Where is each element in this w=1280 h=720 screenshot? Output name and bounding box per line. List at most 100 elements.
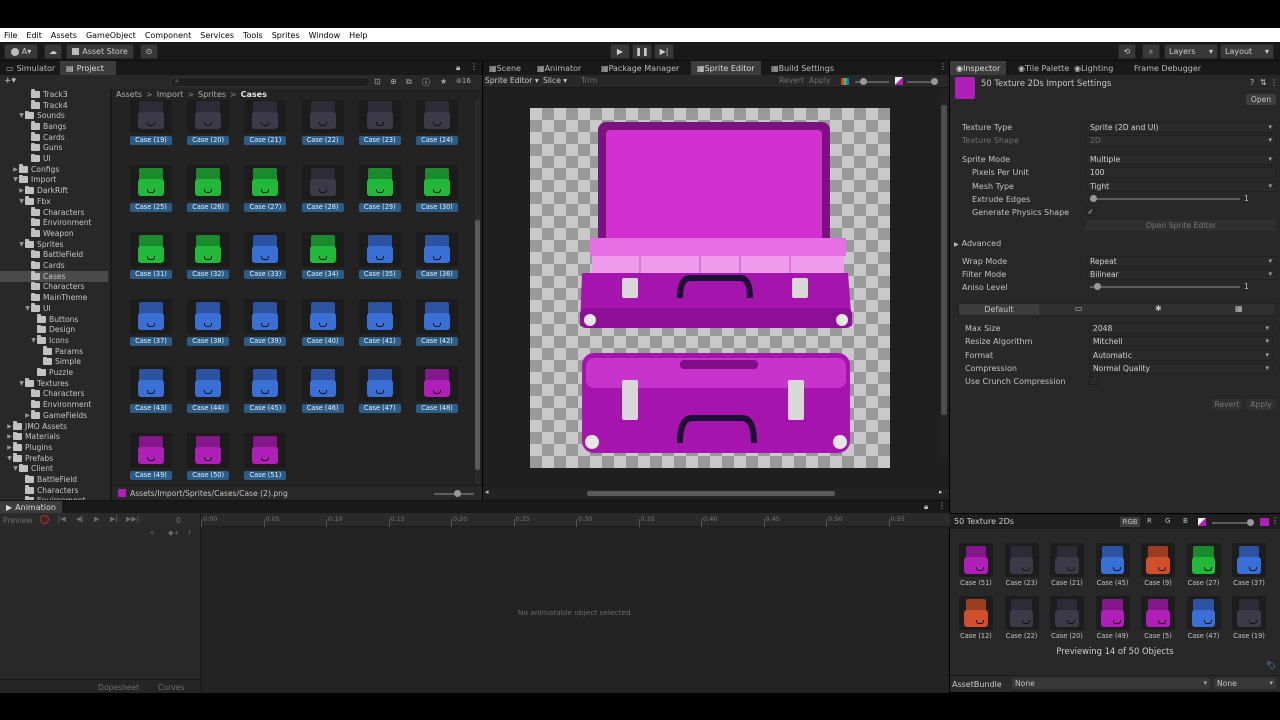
- tag-icon[interactable]: ⧉: [406, 77, 412, 87]
- asset-tile[interactable]: Case (28): [300, 165, 346, 212]
- next-keyframe-icon[interactable]: ▶|: [110, 515, 118, 523]
- tree-item-darkrift[interactable]: ▶ DarkRift: [0, 185, 108, 196]
- texture-shape-dropdown[interactable]: 2D: [1086, 134, 1276, 146]
- tree-item-guns[interactable]: Guns: [0, 142, 108, 154]
- sprite-mode-dropdown[interactable]: Multiple: [1086, 153, 1276, 165]
- android-icon[interactable]: ✱: [1155, 304, 1162, 313]
- physics-shape-checkbox[interactable]: ✓: [1086, 207, 1095, 216]
- tab-animator[interactable]: ▦ Animator: [531, 61, 587, 75]
- asset-tile[interactable]: Case (23): [357, 100, 403, 145]
- tree-item-characters[interactable]: Characters: [0, 388, 108, 400]
- wrap-mode-dropdown[interactable]: Repeat: [1086, 255, 1276, 267]
- first-keyframe-icon[interactable]: |◀: [58, 515, 66, 523]
- hscroll-thumb[interactable]: [587, 491, 835, 496]
- horizontal-scrollbar[interactable]: ◂ ▸: [483, 488, 949, 498]
- tab-scene[interactable]: ▦ Scene: [483, 61, 527, 75]
- asset-tile[interactable]: Case (39): [242, 299, 288, 346]
- tree-item-gamefields[interactable]: ▶ GameFields: [0, 410, 108, 421]
- prev-keyframe-icon[interactable]: ◀|: [76, 515, 84, 523]
- foldout-arrow-icon[interactable]: ▼: [24, 305, 31, 312]
- tree-item-client[interactable]: ▼ Client: [0, 463, 108, 475]
- add-keyframe-icon[interactable]: ◆+: [168, 529, 179, 537]
- breadcrumb-assets[interactable]: Assets: [116, 90, 142, 99]
- trim-button[interactable]: Trim: [581, 76, 597, 85]
- tree-item-materials[interactable]: ▶ Materials: [0, 431, 108, 442]
- foldout-arrow-icon[interactable]: ▼: [18, 112, 25, 119]
- foldout-arrow-icon[interactable]: ▶: [24, 412, 31, 419]
- preview-tile[interactable]: Case (37): [1229, 543, 1269, 587]
- search-by-type-icon[interactable]: ⊡: [374, 77, 381, 86]
- zoom-knob[interactable]: [860, 78, 867, 85]
- asset-tile[interactable]: Case (24): [414, 100, 460, 145]
- preview-tile[interactable]: Case (9): [1138, 543, 1178, 587]
- help-icon[interactable]: ?: [1250, 78, 1254, 87]
- asset-tile[interactable]: Case (26): [185, 165, 231, 212]
- tree-item-ui[interactable]: UI: [0, 153, 108, 164]
- preview-tile[interactable]: Case (51): [956, 543, 996, 587]
- preview-toggle[interactable]: Preview: [3, 516, 33, 525]
- breadcrumb-sprites[interactable]: Sprites: [198, 90, 226, 99]
- preview-tile[interactable]: Case (27): [1184, 543, 1224, 587]
- vscroll-thumb[interactable]: [941, 105, 947, 415]
- foldout-arrow-icon[interactable]: ▶: [6, 433, 13, 440]
- asset-tile[interactable]: Case (35): [357, 232, 403, 279]
- more-icon[interactable]: ⋮: [938, 501, 946, 510]
- tree-item-maintheme[interactable]: MainTheme: [0, 292, 108, 303]
- menu-tools[interactable]: Tools: [243, 31, 263, 40]
- tree-item-cards[interactable]: Cards: [0, 260, 108, 271]
- mip-icon[interactable]: [1198, 518, 1206, 526]
- menu-window[interactable]: Window: [309, 31, 341, 40]
- dopesheet-tab[interactable]: Dopesheet: [98, 683, 139, 692]
- advanced-foldout[interactable]: ▶ Advanced: [954, 239, 1001, 248]
- open-button[interactable]: Open: [1246, 94, 1276, 105]
- menu-gameobject[interactable]: GameObject: [86, 31, 136, 40]
- asset-store-button[interactable]: Asset Store: [66, 44, 134, 59]
- asset-tile[interactable]: Case (37): [128, 299, 174, 346]
- hidden-packages-toggle[interactable]: ⊘16: [456, 77, 471, 85]
- open-sprite-editor-button[interactable]: Open Sprite Editor: [1086, 220, 1276, 231]
- preview-tile[interactable]: Case (45): [1093, 543, 1133, 587]
- tab-frame-debugger[interactable]: Frame Debugger: [1128, 61, 1207, 75]
- channel-g-button[interactable]: G: [1165, 517, 1170, 525]
- tree-item-params[interactable]: Params: [0, 346, 108, 357]
- asset-tile[interactable]: Case (46): [300, 366, 346, 413]
- asset-tile[interactable]: Case (42): [414, 299, 460, 346]
- asset-tile[interactable]: Case (22): [300, 100, 346, 145]
- tab-build-settings[interactable]: ▦ Build Settings: [765, 61, 840, 75]
- tree-item-characters[interactable]: Characters: [0, 281, 108, 293]
- history-button[interactable]: ⟲: [1118, 44, 1136, 59]
- asset-tile[interactable]: Case (27): [242, 165, 288, 212]
- tab-default-platform[interactable]: Default: [959, 304, 1039, 315]
- extrude-slider[interactable]: [1090, 198, 1240, 200]
- revert-button[interactable]: Revert: [779, 76, 804, 85]
- asset-tile[interactable]: Case (32): [185, 232, 231, 279]
- lock-icon[interactable]: 🔒︎: [456, 63, 460, 73]
- play-icon[interactable]: ▶: [94, 515, 99, 523]
- play-button[interactable]: ▶: [610, 44, 630, 59]
- tree-item-simple[interactable]: Simple: [0, 356, 108, 368]
- asset-tile[interactable]: Case (44): [185, 366, 231, 413]
- preview-tile[interactable]: Case (23): [1002, 543, 1042, 587]
- asset-tile[interactable]: Case (30): [414, 165, 460, 212]
- curves-tab[interactable]: Curves: [158, 683, 184, 692]
- lock-icon[interactable]: 🔒︎: [924, 502, 928, 512]
- preview-tile[interactable]: Case (12): [956, 596, 996, 640]
- apply-button[interactable]: Apply: [1246, 399, 1276, 410]
- foldout-arrow-icon[interactable]: ▼: [18, 241, 25, 248]
- tree-item-fbx[interactable]: ▼ Fbx: [0, 196, 108, 207]
- tree-item-sprites[interactable]: ▼ Sprites: [0, 239, 108, 250]
- preview-tile[interactable]: Case (49): [1093, 596, 1133, 640]
- tab-animation[interactable]: ▶ Animation: [0, 501, 62, 513]
- cloud-button[interactable]: ☁: [44, 44, 62, 59]
- asset-tile[interactable]: Case (34): [300, 232, 346, 279]
- assetbundle-variant-dropdown[interactable]: None: [1214, 678, 1276, 689]
- extrude-value[interactable]: 1: [1244, 194, 1249, 203]
- breadcrumb-import[interactable]: Import: [157, 90, 184, 99]
- preview-tile[interactable]: Case (20): [1047, 596, 1087, 640]
- create-button[interactable]: +▾: [4, 76, 16, 86]
- mipmap-icon[interactable]: [895, 77, 903, 85]
- standalone-icon[interactable]: ▭: [1075, 304, 1083, 313]
- timeline-area[interactable]: 0:00 0:05 0:10 0:15 0:20 0:25 0:30 0:35 0:40 0:45…: [200, 513, 950, 693]
- tab-project[interactable]: ▤ Project: [60, 61, 116, 75]
- menu-component[interactable]: Component: [145, 31, 191, 40]
